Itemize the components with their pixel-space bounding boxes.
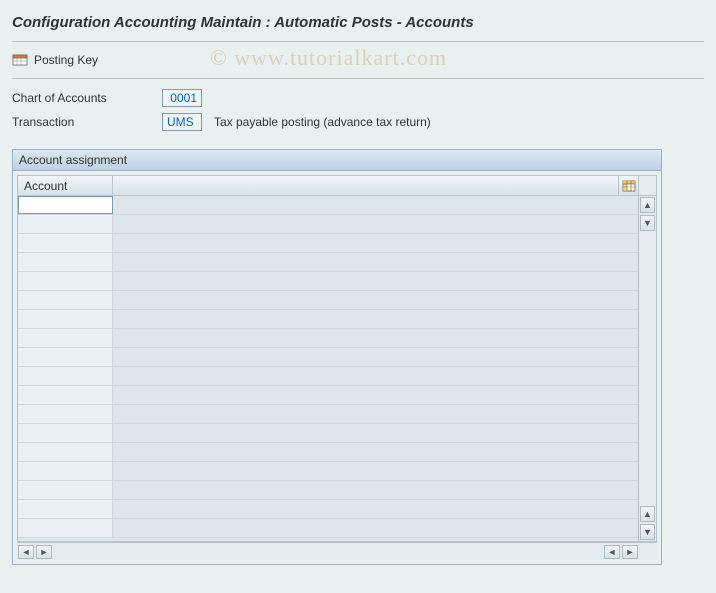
table-config-button[interactable] — [618, 176, 638, 195]
table-row[interactable] — [18, 348, 638, 367]
posting-key-button[interactable]: Posting Key — [34, 53, 98, 67]
transaction-label: Transaction — [12, 115, 162, 129]
row-rest — [113, 253, 638, 271]
panel-title: Account assignment — [13, 150, 661, 171]
account-cell[interactable] — [18, 310, 113, 328]
chart-of-accounts-label: Chart of Accounts — [12, 91, 162, 105]
table-row[interactable] — [18, 329, 638, 348]
account-cell[interactable] — [18, 329, 113, 347]
account-cell[interactable] — [18, 443, 113, 461]
row-rest — [113, 500, 638, 518]
account-cell[interactable] — [18, 500, 113, 518]
row-rest — [113, 386, 638, 404]
vscroll-track[interactable] — [639, 232, 656, 505]
transaction-desc: Tax payable posting (advance tax return) — [214, 115, 431, 129]
row-rest — [113, 196, 638, 214]
row-rest — [113, 462, 638, 480]
table-row[interactable] — [18, 386, 638, 405]
scroll-left-icon[interactable]: ◄ — [18, 545, 34, 559]
account-cell[interactable] — [18, 405, 113, 423]
table-row[interactable] — [18, 215, 638, 234]
row-rest — [113, 481, 638, 499]
account-cell[interactable] — [18, 234, 113, 252]
table-row[interactable] — [18, 291, 638, 310]
table-row[interactable] — [18, 519, 638, 538]
row-rest — [113, 215, 638, 233]
table-row[interactable] — [18, 234, 638, 253]
row-rest — [113, 367, 638, 385]
account-cell[interactable] — [18, 519, 113, 537]
account-cell[interactable] — [18, 424, 113, 442]
row-rest — [113, 291, 638, 309]
account-cell[interactable] — [18, 462, 113, 480]
account-table: Account — [17, 175, 657, 542]
row-rest — [113, 424, 638, 442]
table-row[interactable] — [18, 481, 638, 500]
account-cell[interactable] — [18, 367, 113, 385]
column-header-spacer — [113, 176, 618, 195]
row-rest — [113, 272, 638, 290]
account-cell[interactable] — [18, 348, 113, 366]
table-row[interactable] — [18, 443, 638, 462]
table-row[interactable] — [18, 196, 638, 215]
account-cell[interactable] — [18, 196, 113, 214]
table-config-icon — [622, 179, 636, 193]
row-rest — [113, 519, 638, 537]
account-cell[interactable] — [18, 272, 113, 290]
row-rest — [113, 310, 638, 328]
table-body — [18, 196, 638, 541]
scroll-right-icon[interactable]: ► — [36, 545, 52, 559]
scroll-up-bottom-icon[interactable]: ▲ — [640, 506, 655, 522]
account-assignment-panel: Account assignment Account — [12, 149, 662, 565]
row-rest — [113, 348, 638, 366]
account-cell[interactable] — [18, 481, 113, 499]
scroll-right-end-icon[interactable]: ► — [622, 545, 638, 559]
row-rest — [113, 405, 638, 423]
row-rest — [113, 234, 638, 252]
scroll-down-bottom-icon[interactable]: ▼ — [640, 524, 655, 540]
account-cell[interactable] — [18, 215, 113, 233]
page-title: Configuration Accounting Maintain : Auto… — [12, 8, 704, 42]
chart-of-accounts-input[interactable] — [162, 89, 202, 107]
column-header-account[interactable]: Account — [18, 176, 113, 195]
table-row[interactable] — [18, 367, 638, 386]
table-row[interactable] — [18, 424, 638, 443]
scroll-down-icon[interactable]: ▼ — [640, 215, 655, 231]
account-cell[interactable] — [18, 291, 113, 309]
horizontal-scrollbar[interactable]: ◄ ► ◄ ► — [17, 542, 657, 560]
scroll-left-end-icon[interactable]: ◄ — [604, 545, 620, 559]
toolbar: Posting Key — [12, 48, 704, 79]
table-header: Account — [18, 176, 638, 196]
table-row[interactable] — [18, 272, 638, 291]
vertical-scrollbar[interactable]: ▲ ▼ ▲ ▼ — [638, 176, 656, 541]
transaction-input[interactable] — [162, 113, 202, 131]
account-cell[interactable] — [18, 386, 113, 404]
form-area: Chart of Accounts Transaction Tax payabl… — [12, 89, 704, 131]
table-row[interactable] — [18, 310, 638, 329]
table-row[interactable] — [18, 462, 638, 481]
table-row[interactable] — [18, 405, 638, 424]
table-row[interactable] — [18, 500, 638, 519]
posting-key-icon[interactable] — [12, 52, 28, 68]
scroll-up-icon[interactable]: ▲ — [640, 197, 655, 213]
account-cell[interactable] — [18, 253, 113, 271]
row-rest — [113, 443, 638, 461]
table-row[interactable] — [18, 253, 638, 272]
row-rest — [113, 329, 638, 347]
account-input[interactable] — [19, 197, 112, 213]
